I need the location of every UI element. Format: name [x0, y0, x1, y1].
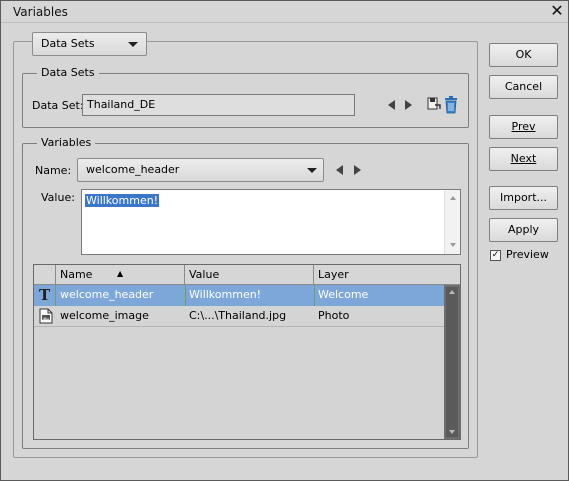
- ok-button[interactable]: OK: [489, 43, 558, 67]
- name-column-label: Name: [60, 268, 93, 281]
- row-name: welcome_header: [60, 288, 154, 301]
- table-row[interactable]: welcome_image C:\...\Thailand.jpg Photo: [34, 306, 444, 327]
- value-scrollbar[interactable]: [444, 190, 460, 254]
- variable-name-dropdown[interactable]: welcome_header: [77, 158, 324, 182]
- value-text: Willkommen!: [85, 194, 160, 207]
- scroll-down-icon[interactable]: [449, 430, 455, 434]
- prev-button-label: Prev: [511, 120, 536, 133]
- cancel-button[interactable]: Cancel: [489, 75, 558, 99]
- variables-legend: Variables: [37, 136, 96, 149]
- row-value: Willkommen!: [189, 288, 262, 301]
- prev-button[interactable]: Prev: [489, 115, 558, 139]
- apply-button-label: Apply: [507, 223, 540, 236]
- data-set-value: Thailand_DE: [87, 98, 156, 111]
- data-sets-legend: Data Sets: [37, 66, 99, 79]
- layer-column-header[interactable]: Layer: [314, 265, 444, 284]
- import-button[interactable]: Import...: [489, 186, 558, 210]
- previous-data-set-icon[interactable]: [388, 100, 395, 110]
- table-row[interactable]: T welcome_header Willkommen! Welcome: [34, 285, 444, 306]
- next-button[interactable]: Next: [489, 147, 558, 171]
- name-column-header[interactable]: Name ▲: [56, 265, 185, 284]
- chevron-down-icon: [307, 168, 317, 173]
- scroll-up-icon[interactable]: [450, 196, 456, 200]
- preview-label[interactable]: Preview: [506, 248, 549, 261]
- layer-column-label: Layer: [318, 268, 349, 281]
- value-column-label: Value: [189, 268, 220, 281]
- variables-table: Name ▲ Value Layer T welcome_header Will…: [33, 264, 461, 440]
- scroll-track[interactable]: [446, 287, 458, 437]
- next-button-label: Next: [510, 152, 537, 165]
- variables-dialog: Variables ✕ Data Sets Data Sets Data Set…: [0, 0, 569, 481]
- import-button-label: Import...: [500, 191, 547, 204]
- row-name: welcome_image: [60, 309, 149, 322]
- value-label: Value:: [41, 191, 75, 204]
- row-layer: Photo: [318, 309, 350, 322]
- previous-variable-icon[interactable]: [336, 165, 343, 175]
- scroll-up-icon[interactable]: [449, 290, 455, 294]
- name-label: Name:: [35, 164, 72, 177]
- data-set-field[interactable]: Thailand_DE: [82, 94, 355, 116]
- chevron-down-icon: [128, 42, 138, 47]
- scroll-down-icon[interactable]: [450, 243, 456, 247]
- value-textarea[interactable]: Willkommen!: [81, 189, 461, 255]
- image-layer-icon: [39, 308, 53, 324]
- value-column-header[interactable]: Value: [185, 265, 314, 284]
- row-value: C:\...\Thailand.jpg: [189, 309, 287, 322]
- icon-column-header: [34, 265, 56, 284]
- title-bar: Variables ✕: [1, 1, 568, 23]
- data-set-label: Data Set:: [32, 99, 84, 112]
- trash-icon[interactable]: [443, 96, 459, 114]
- text-layer-icon: T: [39, 286, 51, 304]
- window-title: Variables: [13, 5, 68, 19]
- sort-ascending-icon: ▲: [117, 269, 124, 278]
- data-sets-dropdown-label: Data Sets: [41, 37, 95, 50]
- preview-checkbox[interactable]: ✓: [490, 250, 501, 261]
- table-header: Name ▲ Value Layer: [34, 265, 460, 285]
- variable-name-value: welcome_header: [86, 163, 180, 176]
- apply-button[interactable]: Apply: [489, 218, 558, 242]
- close-icon[interactable]: ✕: [548, 2, 566, 20]
- next-data-set-icon[interactable]: [405, 100, 412, 110]
- next-variable-icon[interactable]: [354, 165, 361, 175]
- save-data-set-icon[interactable]: [427, 96, 441, 112]
- row-layer: Welcome: [318, 288, 369, 301]
- table-scrollbar[interactable]: [444, 285, 460, 439]
- data-sets-dropdown[interactable]: Data Sets: [32, 32, 147, 56]
